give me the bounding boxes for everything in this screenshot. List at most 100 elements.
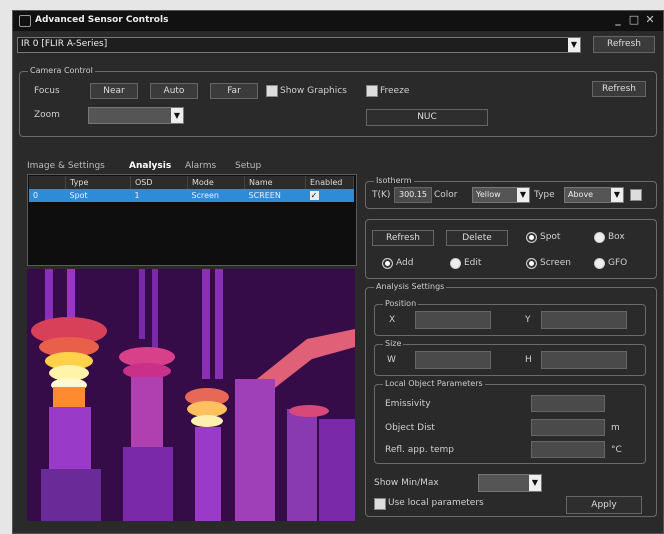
object-dist-label: Object Dist (385, 423, 435, 433)
h-label: H (525, 355, 532, 365)
apply-button[interactable]: Apply (566, 496, 642, 514)
tab-alarms[interactable]: Alarms (185, 161, 216, 171)
enabled-checkbox[interactable]: ✓ (309, 191, 319, 200)
h-input[interactable] (541, 351, 627, 369)
col-type-header: Type (65, 176, 131, 189)
title-bar: Advanced Sensor Controls _ □ ✕ (13, 11, 663, 31)
thermal-image (27, 269, 355, 521)
emissivity-label: Emissivity (385, 399, 431, 409)
x-label: X (389, 315, 396, 325)
minimize-icon[interactable]: _ (611, 13, 625, 27)
use-local-label: Use local parameters (388, 498, 484, 508)
window-title: Advanced Sensor Controls (35, 15, 169, 25)
col-mode-header: Mode (187, 176, 245, 189)
position-group: Position X Y (374, 299, 646, 336)
refl-temp-input[interactable] (531, 441, 605, 458)
add-radio[interactable] (382, 258, 393, 269)
app-window: Advanced Sensor Controls _ □ ✕ IR 0 [FLI… (12, 10, 664, 534)
show-minmax-label: Show Min/Max (374, 478, 439, 488)
edit-radio[interactable] (450, 258, 461, 269)
camera-refresh-button[interactable]: Refresh (592, 81, 646, 97)
box-radio[interactable] (594, 232, 605, 243)
y-input[interactable] (541, 311, 627, 329)
col-osd-header: OSD (130, 176, 188, 189)
chevron-down-icon[interactable]: ▼ (568, 38, 580, 52)
analysis-settings-title: Analysis Settings (374, 282, 447, 291)
gfo-label: GFO (608, 258, 628, 268)
row-mode: Screen (187, 189, 245, 202)
w-input[interactable] (415, 351, 491, 369)
screen-radio[interactable] (526, 258, 537, 269)
spot-label: Spot (540, 232, 561, 242)
row-enabled[interactable]: ✓ (305, 189, 354, 202)
temp-input[interactable]: 300.15 (394, 187, 432, 203)
focus-near-button[interactable]: Near (90, 83, 138, 99)
size-group: Size W H (374, 339, 646, 376)
emissivity-input[interactable] (531, 395, 605, 412)
close-icon[interactable]: ✕ (643, 13, 657, 27)
freeze-label: Freeze (380, 86, 410, 96)
chevron-down-icon[interactable]: ▼ (611, 188, 623, 202)
chevron-down-icon[interactable]: ▼ (171, 108, 183, 123)
col-enabled-header: Enabled (305, 176, 354, 189)
app-icon (19, 15, 31, 27)
add-label: Add (396, 258, 414, 268)
w-label: W (387, 355, 396, 365)
row-index: 0 (29, 189, 66, 202)
delete-button[interactable]: Delete (446, 230, 508, 246)
camera-select[interactable]: IR 0 [FLIR A-Series] ▼ (17, 37, 581, 53)
row-name: SCREEN (244, 189, 306, 202)
refresh-camera-button[interactable]: Refresh (593, 36, 655, 53)
tab-analysis[interactable]: Analysis (129, 161, 171, 171)
table-row[interactable]: 0 Spot 1 Screen SCREEN ✓ (29, 189, 354, 202)
camera-select-value: IR 0 [FLIR A-Series] (21, 39, 108, 49)
position-title: Position (383, 299, 419, 308)
analysis-refresh-button[interactable]: Refresh (372, 230, 434, 246)
row-type: Spot (65, 189, 131, 202)
isotherm-title: Isotherm (374, 176, 414, 185)
zoom-select[interactable]: ▼ (88, 107, 184, 124)
show-minmax-select[interactable]: ▼ (478, 474, 542, 492)
isotherm-type-select[interactable]: Above ▼ (564, 187, 624, 203)
use-local-checkbox[interactable] (374, 498, 386, 510)
chevron-down-icon[interactable]: ▼ (517, 188, 529, 202)
camera-control-group: Camera Control Focus Near Auto Far Show … (19, 66, 657, 137)
analysis-tools-group: Refresh Delete Spot Box Add Edit Screen … (365, 219, 657, 279)
focus-auto-button[interactable]: Auto (150, 83, 198, 99)
camera-control-title: Camera Control (28, 66, 95, 75)
gfo-radio[interactable] (594, 258, 605, 269)
zoom-label: Zoom (34, 110, 60, 120)
isotherm-color-value: Yellow (476, 190, 501, 199)
box-label: Box (608, 232, 625, 242)
col-index-header (29, 176, 66, 189)
nuc-button[interactable]: NUC (366, 109, 488, 126)
temp-label: T(K) (372, 190, 391, 200)
type-label: Type (534, 190, 555, 200)
freeze-checkbox[interactable] (366, 85, 378, 97)
focus-label: Focus (34, 86, 60, 96)
tab-image-settings[interactable]: Image & Settings (27, 161, 105, 171)
tab-setup[interactable]: Setup (235, 161, 261, 171)
local-object-parameters-group: Local Object Parameters Emissivity Objec… (374, 379, 646, 464)
spot-radio[interactable] (526, 232, 537, 243)
object-dist-unit: m (611, 423, 620, 433)
table-header-row: Type OSD Mode Name Enabled (29, 176, 354, 189)
chevron-down-icon[interactable]: ▼ (529, 475, 541, 491)
isotherm-enable-checkbox[interactable] (630, 189, 642, 201)
show-graphics-checkbox[interactable] (266, 85, 278, 97)
size-title: Size (383, 339, 404, 348)
maximize-icon[interactable]: □ (627, 13, 641, 27)
col-name-header: Name (244, 176, 306, 189)
local-object-parameters-title: Local Object Parameters (383, 379, 485, 388)
y-label: Y (525, 315, 531, 325)
isotherm-group: Isotherm T(K) 300.15 Color Yellow ▼ Type… (365, 176, 657, 209)
refl-temp-label: Refl. app. temp (385, 445, 454, 455)
x-input[interactable] (415, 311, 491, 329)
row-osd: 1 (130, 189, 188, 202)
refl-temp-unit: °C (611, 445, 622, 455)
object-dist-input[interactable] (531, 419, 605, 436)
isotherm-color-select[interactable]: Yellow ▼ (472, 187, 530, 203)
focus-far-button[interactable]: Far (210, 83, 258, 99)
color-label: Color (434, 190, 458, 200)
edit-label: Edit (464, 258, 482, 268)
